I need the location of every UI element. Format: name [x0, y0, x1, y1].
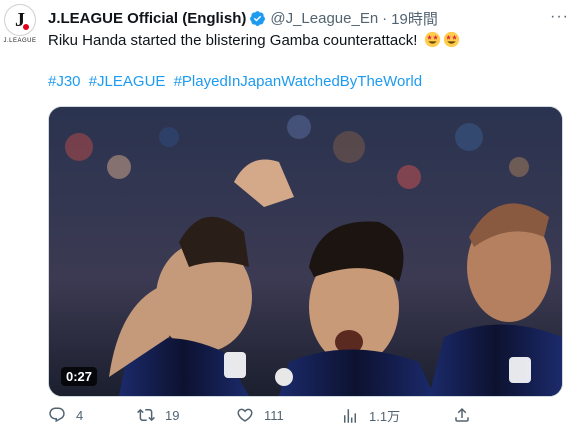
retweet-count: 19 [165, 407, 180, 423]
hashtag-link[interactable]: #PlayedInJapanWatchedByTheWorld [174, 73, 422, 90]
tweet-header: J.LEAGUE Official (English) @J_League_En… [48, 8, 579, 28]
separator: · [382, 9, 388, 27]
hashtag-link[interactable]: #J30 [48, 73, 81, 90]
retweet-icon [137, 408, 155, 422]
hashtag-link[interactable]: #JLEAGUE [89, 73, 166, 90]
reply-count: 4 [76, 407, 84, 423]
action-bar: 4 19 111 1.1万 [48, 404, 561, 428]
tweet-text: Riku Handa started the blistering Gamba … [48, 31, 569, 51]
avatar-text: J.LEAGUE [3, 38, 37, 44]
video-player[interactable]: 0:27 [48, 106, 563, 397]
video-duration: 0:27 [61, 367, 98, 386]
star-struck-emoji-icon [443, 31, 460, 48]
jleague-logo: J [4, 4, 36, 36]
view-count: 1.1万 [369, 409, 401, 424]
heart-icon [237, 408, 253, 422]
timestamp[interactable]: 19時間 [391, 8, 438, 29]
analytics-icon [344, 408, 356, 423]
views-button[interactable]: 1.1万 [341, 406, 400, 425]
verified-badge-icon [249, 10, 266, 27]
retweet-button[interactable]: 19 [137, 406, 179, 424]
video-thumbnail [49, 107, 562, 396]
reply-button[interactable]: 4 [48, 406, 83, 424]
reply-icon [49, 407, 65, 423]
tweet-body: Riku Handa started the blistering Gamba … [48, 32, 418, 49]
avatar[interactable]: J J.LEAGUE [0, 4, 40, 50]
like-button[interactable]: 111 [236, 406, 284, 424]
share-button[interactable] [453, 406, 471, 424]
author-name[interactable]: J.LEAGUE Official (English) [48, 10, 246, 27]
logo-red-dot [23, 24, 29, 30]
share-icon [455, 407, 469, 422]
tweet[interactable]: J J.LEAGUE J.LEAGUE Official (English) @… [0, 0, 579, 435]
more-options-icon[interactable]: ··· [550, 8, 569, 26]
like-count: 111 [264, 407, 284, 423]
hashtags: #J30 #JLEAGUE #PlayedInJapanWatchedByThe… [48, 72, 569, 92]
star-struck-emoji-icon [424, 31, 441, 48]
author-handle[interactable]: @J_League_En [270, 10, 378, 27]
